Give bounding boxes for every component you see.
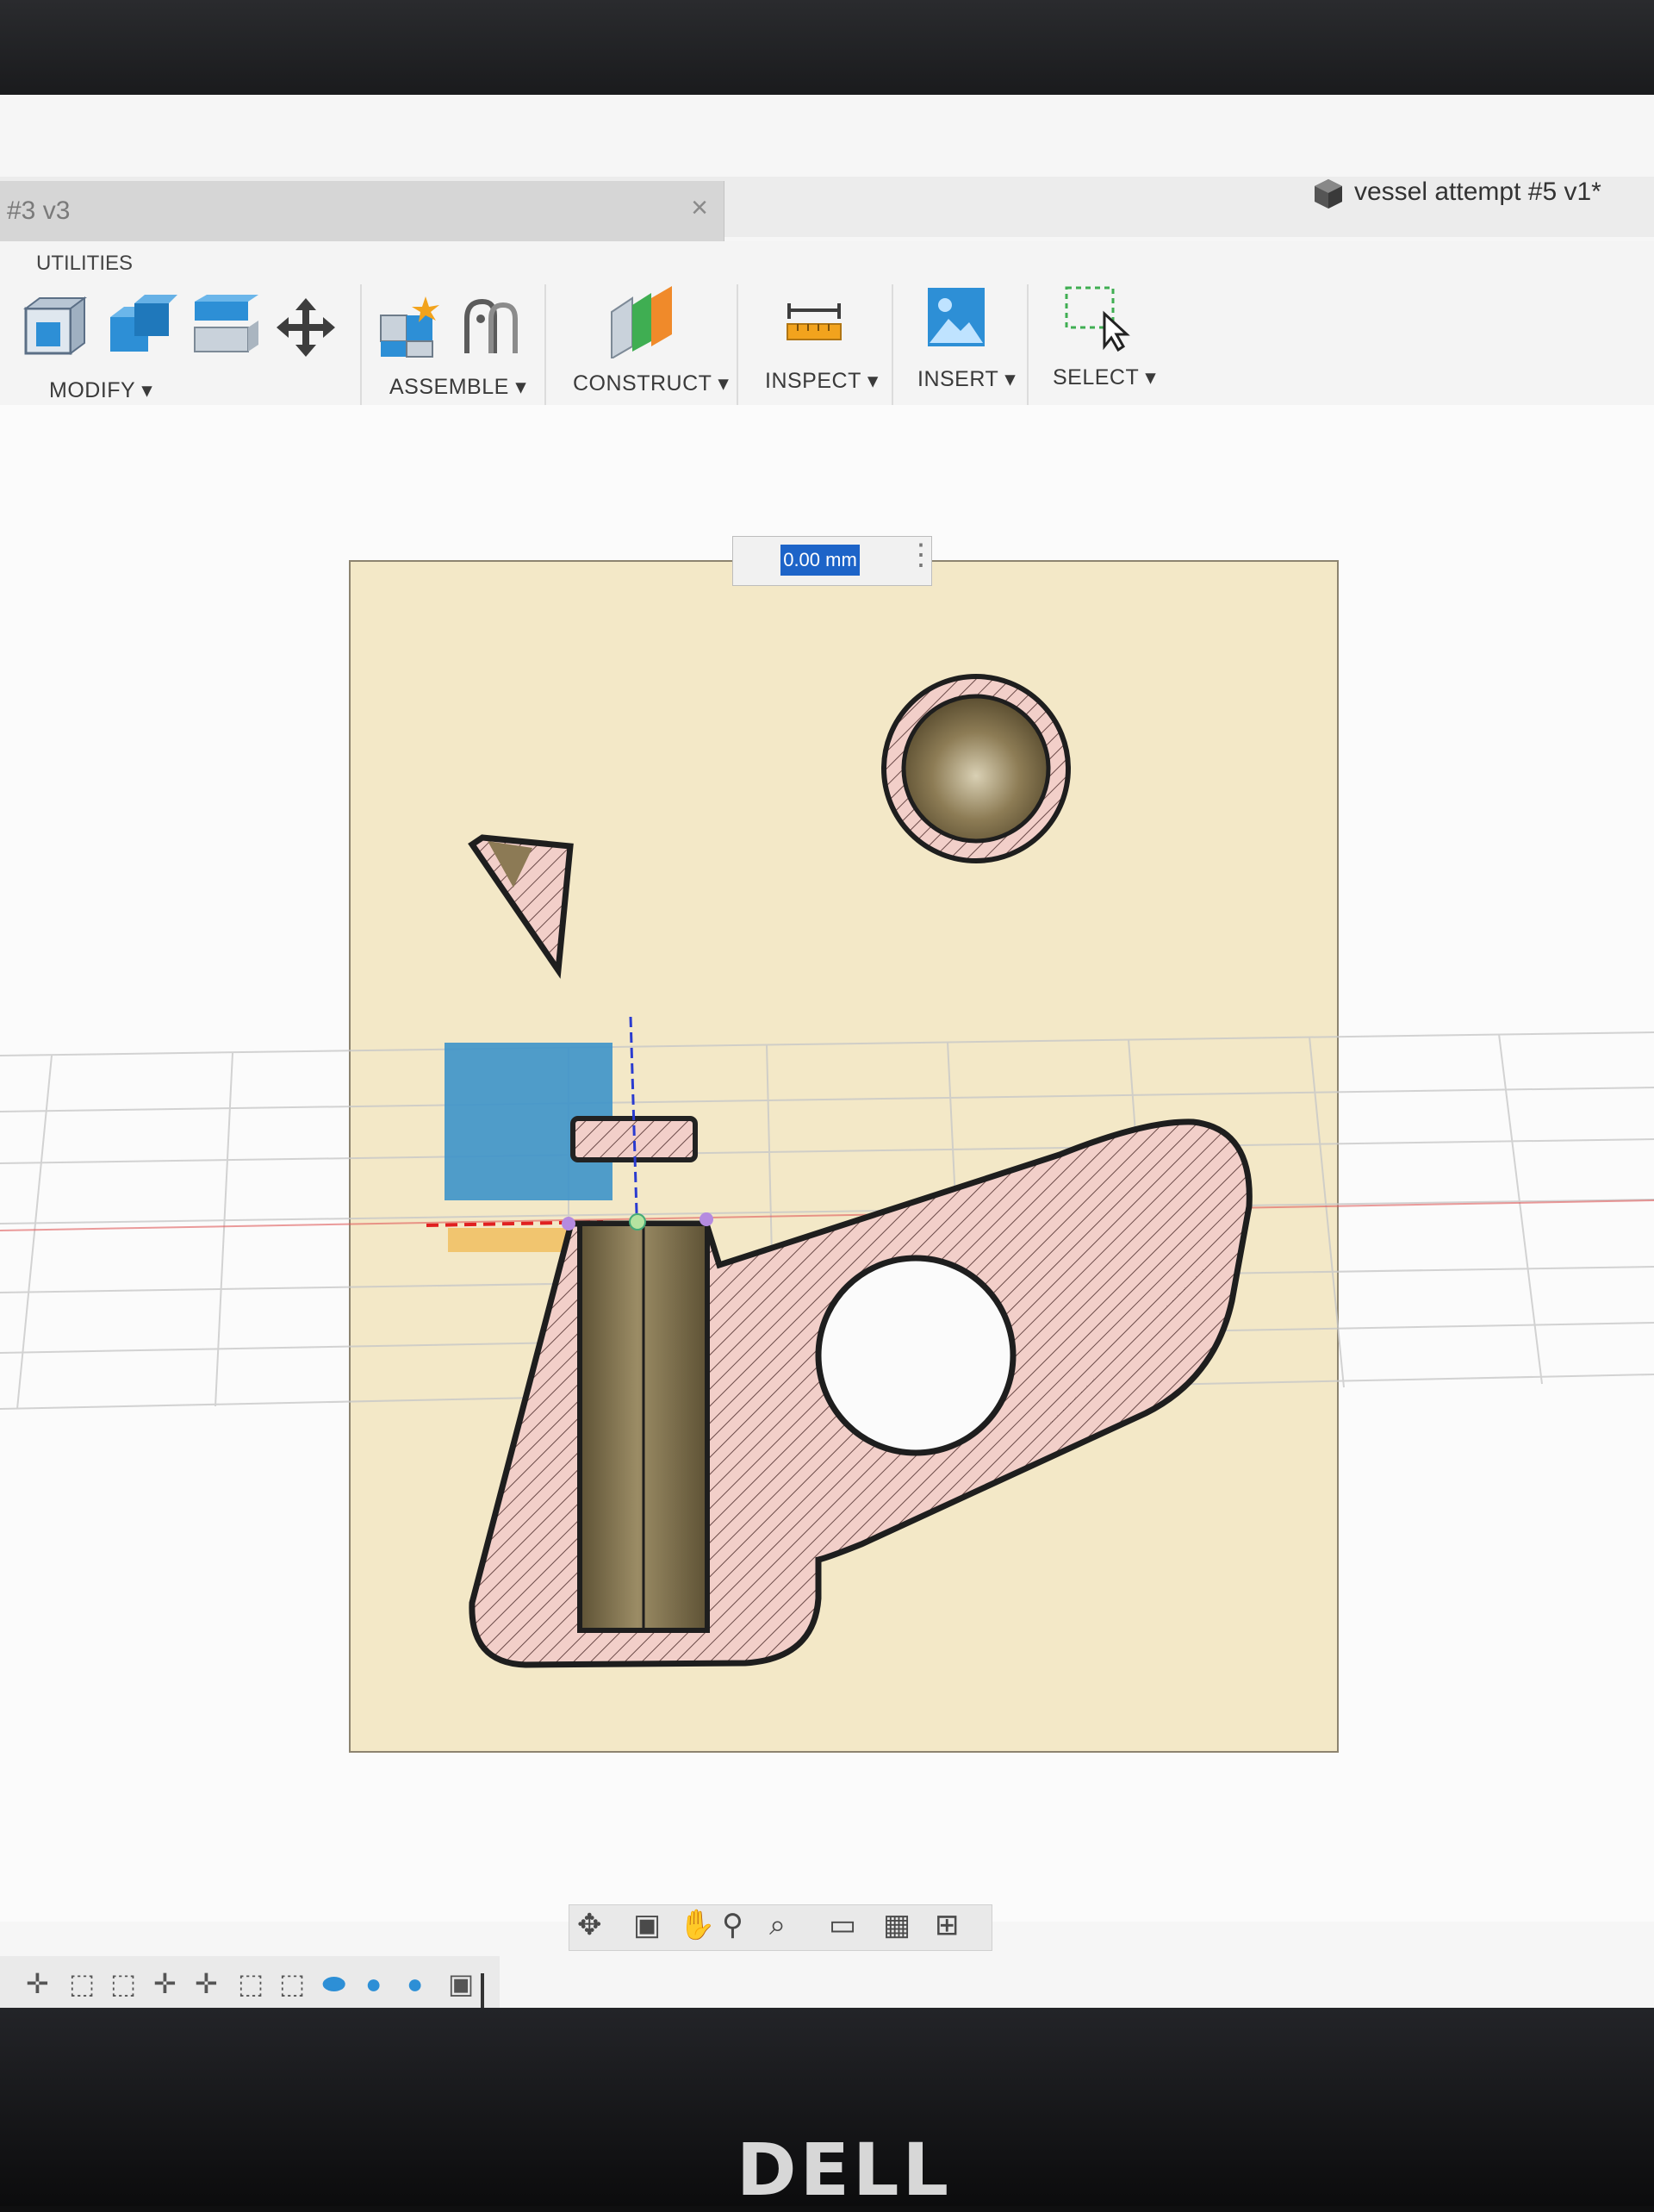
- sketch-icon[interactable]: ⬚: [69, 1968, 95, 1999]
- more-options-icon[interactable]: ⋮: [906, 538, 936, 572]
- move-icon[interactable]: ✛: [195, 1968, 218, 1999]
- pan-icon[interactable]: ✋: [679, 1910, 715, 1941]
- fit-icon[interactable]: ⌕: [769, 1910, 786, 1941]
- handle-hole[interactable]: [815, 1255, 1017, 1456]
- bowl-cavity[interactable]: [901, 694, 1051, 844]
- grid-settings-icon[interactable]: ▦: [883, 1910, 911, 1941]
- model-geometry: [0, 674, 1654, 1668]
- component-icon[interactable]: ▣: [448, 1968, 474, 1999]
- sketch-icon[interactable]: ⬚: [279, 1968, 305, 1999]
- dimension-input[interactable]: 0.00 mm: [780, 545, 860, 576]
- sketch-point[interactable]: [562, 1217, 575, 1231]
- display-settings-icon[interactable]: ▭: [829, 1910, 856, 1941]
- sketch-icon[interactable]: ⬚: [110, 1968, 136, 1999]
- extrude-icon[interactable]: ⬬: [322, 1968, 345, 1999]
- move-icon[interactable]: ✛: [26, 1968, 49, 1999]
- x-axis-line: [0, 1199, 1654, 1231]
- look-at-icon[interactable]: ▣: [633, 1910, 661, 1941]
- origin-point[interactable]: [629, 1213, 646, 1231]
- sketch-icon[interactable]: ⬚: [238, 1968, 264, 1999]
- orbit-icon[interactable]: ✥: [577, 1910, 602, 1941]
- sphere-icon[interactable]: ●: [407, 1968, 423, 1999]
- zoom-icon[interactable]: ⚲: [722, 1910, 743, 1941]
- move-icon[interactable]: ✛: [153, 1968, 177, 1999]
- monitor-brand-logo: DELL: [736, 2128, 953, 2212]
- sketch-point[interactable]: [700, 1212, 713, 1226]
- viewports-icon[interactable]: ⊞: [935, 1910, 960, 1941]
- sphere-icon[interactable]: ●: [365, 1968, 382, 1999]
- lid-section[interactable]: [570, 1116, 698, 1162]
